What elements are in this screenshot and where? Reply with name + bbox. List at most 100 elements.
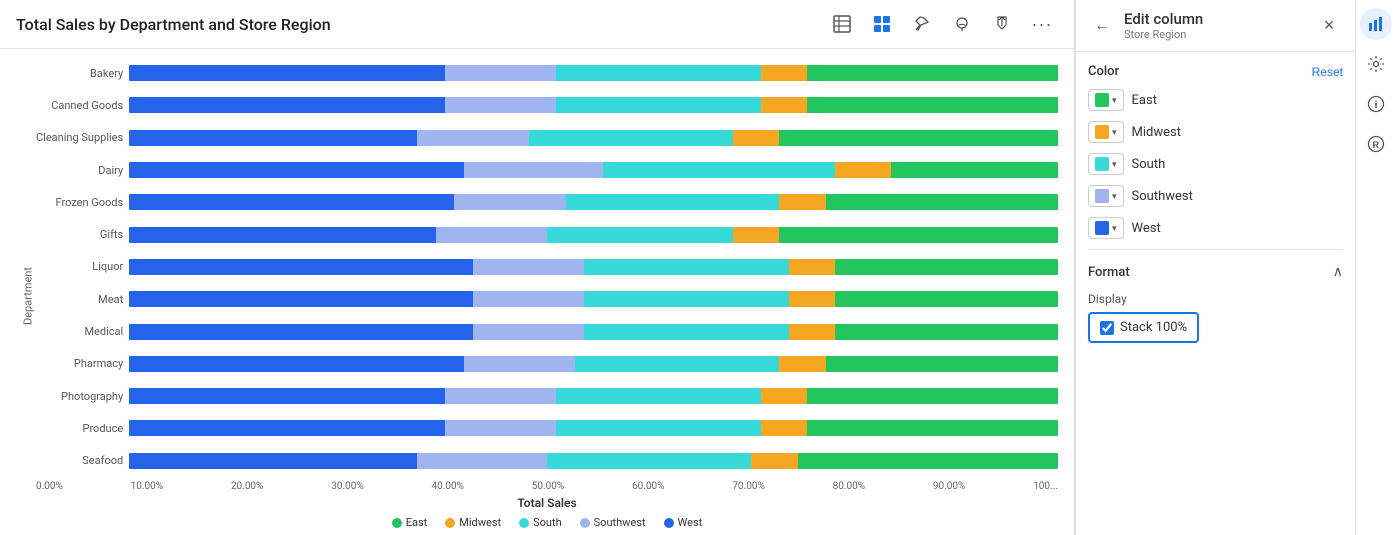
legend-dot-east	[392, 518, 402, 528]
x-tick: 0.00%	[36, 481, 63, 492]
y-labels: BakeryCanned GoodsCleaning SuppliesDairy…	[36, 57, 129, 477]
bar-seg-south	[529, 130, 733, 146]
legend-label-west: West	[678, 516, 703, 529]
y-label: Cleaning Supplies	[36, 132, 123, 143]
panel-body: Color Reset ▾East▾Midwest▾South▾Southwes…	[1076, 52, 1355, 535]
format-header[interactable]: Format ∧	[1088, 260, 1343, 284]
bar-seg-east	[826, 356, 1058, 372]
bar-seg-west	[129, 194, 454, 210]
bar-seg-midwest	[789, 324, 835, 340]
chevron-up-icon: ∧	[1333, 264, 1343, 280]
bar-seg-midwest	[779, 356, 825, 372]
color-label-southwest: Southwest	[1132, 189, 1193, 204]
y-label: Bakery	[36, 68, 123, 79]
bar-seg-midwest	[789, 259, 835, 275]
bar-seg-east	[807, 97, 1058, 113]
y-label: Produce	[36, 423, 123, 434]
bar-seg-east	[798, 453, 1058, 469]
bar-seg-east	[807, 420, 1058, 436]
bar-seg-midwest	[761, 97, 807, 113]
y-label: Seafood	[36, 455, 123, 466]
bar-seg-south	[556, 97, 760, 113]
legend-item-southwest: Southwest	[580, 516, 646, 529]
r-icon-button[interactable]: R	[1360, 128, 1392, 160]
bar-seg-west	[129, 420, 445, 436]
bar-seg-south	[556, 388, 760, 404]
bar-row	[129, 453, 1058, 469]
bar-row	[129, 420, 1058, 436]
bar-seg-southwest	[445, 388, 556, 404]
panel-back-button[interactable]: ←	[1088, 12, 1116, 40]
bar-seg-southwest	[473, 324, 584, 340]
color-swatch-button-south[interactable]: ▾	[1088, 153, 1124, 175]
bar-seg-midwest	[835, 162, 891, 178]
bar-seg-southwest	[473, 291, 584, 307]
color-swatch-button-east[interactable]: ▾	[1088, 89, 1124, 111]
bar-seg-midwest	[789, 291, 835, 307]
x-tick: 90.00%	[933, 481, 965, 492]
bar-seg-east	[779, 227, 1058, 243]
bar-row	[129, 162, 1058, 178]
legend-dot-south	[519, 518, 529, 528]
color-swatch-midwest	[1095, 125, 1109, 139]
bar-seg-southwest	[473, 259, 584, 275]
bar-seg-west	[129, 324, 473, 340]
more-button[interactable]: ···	[1026, 8, 1058, 40]
info-icon-button[interactable]	[1360, 88, 1392, 120]
x-tick: 100...	[1033, 481, 1058, 492]
settings-icon-button[interactable]	[1360, 48, 1392, 80]
y-label: Liquor	[36, 261, 123, 272]
chart-container: Department BakeryCanned GoodsCleaning Su…	[0, 49, 1074, 535]
panel-close-button[interactable]: ×	[1315, 12, 1343, 40]
legend-dot-midwest	[445, 518, 455, 528]
color-items: ▾East▾Midwest▾South▾Southwest▾West	[1088, 89, 1343, 239]
bar-seg-west	[129, 453, 417, 469]
legend-dot-southwest	[580, 518, 590, 528]
bar-row	[129, 356, 1058, 372]
bars-area: BakeryCanned GoodsCleaning SuppliesDairy…	[36, 57, 1058, 477]
bar-seg-southwest	[417, 453, 547, 469]
bar-seg-southwest	[454, 194, 565, 210]
legend: EastMidwestSouthSouthwestWest	[36, 512, 1058, 535]
grid-view-button[interactable]	[866, 8, 898, 40]
panel-title-area: Edit column Store Region	[1124, 10, 1307, 41]
bar-row	[129, 130, 1058, 146]
bar-seg-midwest	[761, 65, 807, 81]
x-tick: 30.00%	[331, 481, 363, 492]
bar-seg-southwest	[417, 130, 528, 146]
chart-inner: Department BakeryCanned GoodsCleaning Su…	[16, 57, 1058, 535]
bar-row	[129, 291, 1058, 307]
bar-chart-icon-button[interactable]	[1360, 8, 1392, 40]
y-label: Canned Goods	[36, 100, 123, 111]
bar-seg-south	[556, 420, 760, 436]
panel-subtitle: Store Region	[1124, 28, 1307, 41]
bar-seg-south	[603, 162, 835, 178]
right-icons-panel: R	[1355, 0, 1395, 535]
insight-button[interactable]	[946, 8, 978, 40]
bar-seg-west	[129, 388, 445, 404]
color-label-midwest: Midwest	[1132, 125, 1181, 140]
display-label: Display	[1088, 292, 1343, 306]
stack-label: Stack 100%	[1120, 320, 1187, 335]
stack-100-checkbox[interactable]: Stack 100%	[1088, 312, 1199, 343]
color-item-east: ▾East	[1088, 89, 1343, 111]
reset-button[interactable]: Reset	[1312, 65, 1343, 79]
panel-header: ← Edit column Store Region ×	[1076, 0, 1355, 52]
bar-seg-south	[584, 324, 788, 340]
bar-seg-midwest	[761, 420, 807, 436]
legend-label-southwest: Southwest	[594, 516, 646, 529]
svg-text:R: R	[1372, 140, 1379, 150]
color-swatch-west	[1095, 221, 1109, 235]
share-button[interactable]	[986, 8, 1018, 40]
bar-seg-east	[807, 388, 1058, 404]
color-swatch-button-west[interactable]: ▾	[1088, 217, 1124, 239]
bar-seg-midwest	[751, 453, 797, 469]
bar-seg-east	[891, 162, 1058, 178]
table-view-button[interactable]	[826, 8, 858, 40]
bar-seg-southwest	[464, 162, 603, 178]
x-tick: 70.00%	[732, 481, 764, 492]
stack-100-input[interactable]	[1100, 321, 1114, 335]
color-swatch-button-southwest[interactable]: ▾	[1088, 185, 1124, 207]
color-swatch-button-midwest[interactable]: ▾	[1088, 121, 1124, 143]
pin-button[interactable]	[906, 8, 938, 40]
